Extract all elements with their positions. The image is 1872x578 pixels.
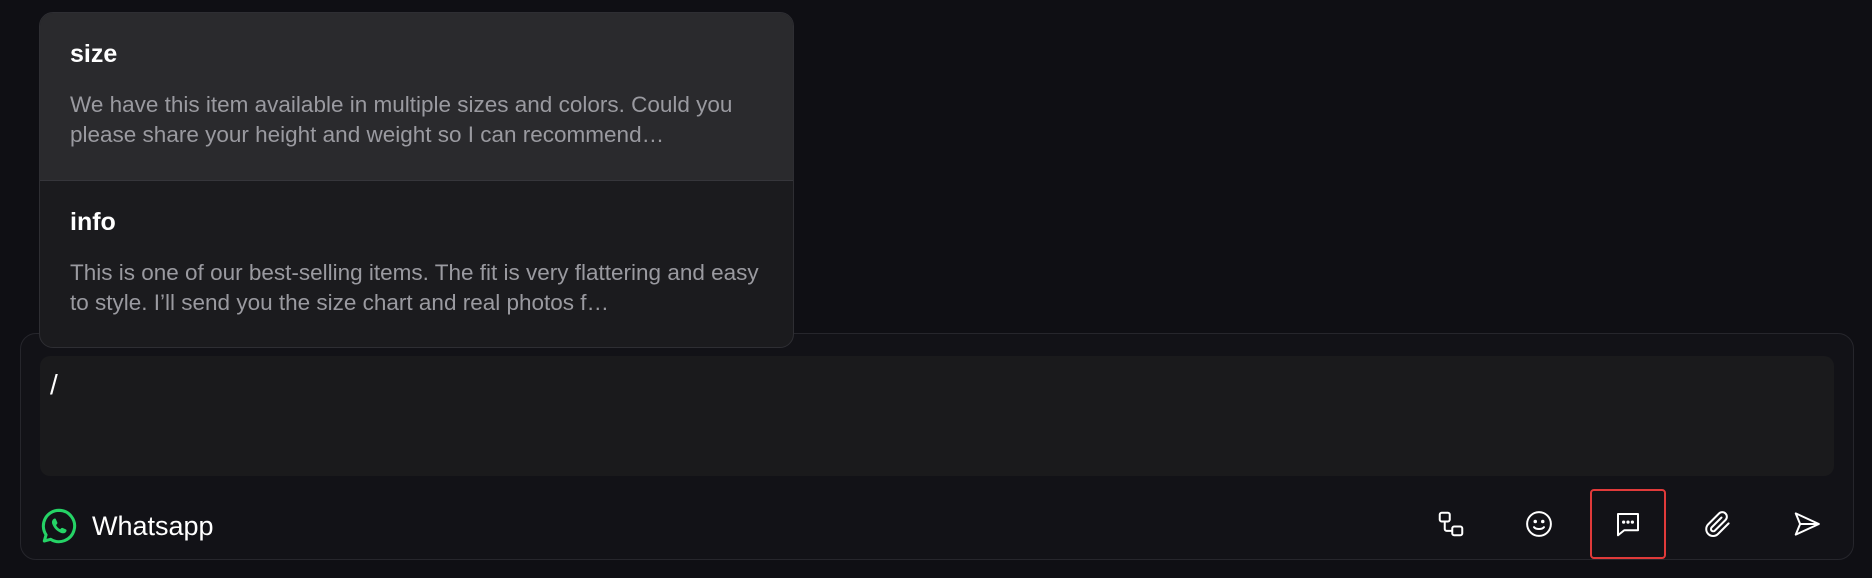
channel-selector[interactable]: Whatsapp [40,506,214,546]
quick-reply-preview: We have this item available in multiple … [70,92,733,147]
message-input[interactable]: / [40,356,1834,476]
quick-reply-preview: This is one of our best-selling items. T… [70,260,759,315]
send-icon [1794,512,1820,536]
quick-reply-item-size[interactable]: size We have this item available in mult… [40,13,793,180]
composer-toolbar [1413,489,1853,563]
emoji-button[interactable] [1501,489,1577,559]
channel-label: Whatsapp [92,510,214,541]
message-composer: / Whatsapp [20,333,1854,560]
send-button[interactable] [1769,489,1845,559]
emoji-icon [1526,511,1552,537]
quick-reply-title: info [70,208,116,236]
quick-reply-item-info[interactable]: info This is one of our best-selling ite… [40,180,793,347]
quick-reply-title: size [70,40,118,68]
quick-reply-button[interactable] [1590,489,1666,559]
attachment-icon [1705,511,1730,537]
quick-reply-icon [1617,513,1639,537]
attachment-button[interactable] [1680,489,1756,559]
integration-button[interactable] [1413,489,1489,559]
quick-reply-popup: size We have this item available in mult… [39,12,794,348]
integration-icon [1438,511,1464,537]
whatsapp-icon [41,508,77,544]
